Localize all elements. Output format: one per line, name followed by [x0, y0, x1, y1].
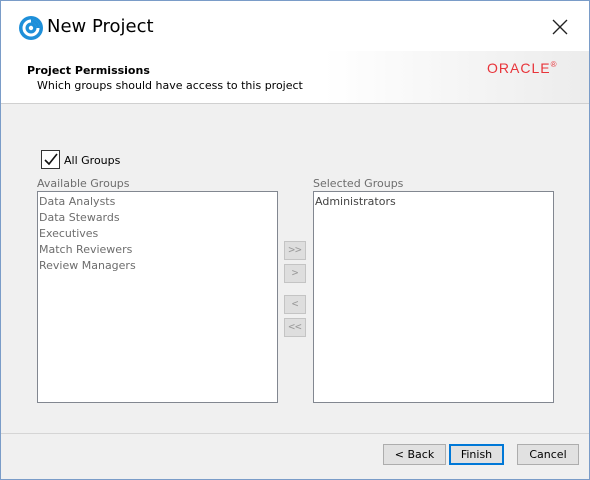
list-item[interactable]: Data Stewards	[38, 210, 277, 226]
remove-all-button[interactable]: <<	[284, 318, 306, 337]
remove-button[interactable]: <	[284, 295, 306, 314]
all-groups-checkbox[interactable]	[41, 150, 60, 169]
available-groups-label: Available Groups	[37, 177, 130, 190]
footer-divider	[1, 433, 589, 434]
cancel-button[interactable]: Cancel	[517, 444, 579, 465]
selected-groups-label: Selected Groups	[313, 177, 404, 190]
list-item[interactable]: Administrators	[314, 194, 553, 210]
add-all-button[interactable]: >>	[284, 241, 306, 260]
back-button[interactable]: < Back	[383, 444, 446, 465]
oracle-logo: ORACLE®	[487, 60, 558, 76]
new-project-dialog: New Project Project Permissions Which gr…	[0, 0, 590, 480]
available-groups-list[interactable]: Data Analysts Data Stewards Executives Matc…	[37, 191, 278, 403]
close-icon[interactable]	[542, 9, 578, 45]
page-title: Project Permissions	[27, 64, 150, 77]
selected-groups-list[interactable]: Administrators	[313, 191, 554, 403]
list-item[interactable]: Review Managers	[38, 258, 277, 274]
window-title: New Project	[47, 16, 154, 37]
title-bar: New Project	[1, 1, 589, 51]
add-button[interactable]: >	[284, 264, 306, 283]
wizard-header: Project Permissions Which groups should …	[1, 51, 589, 104]
list-item[interactable]: Executives	[38, 226, 277, 242]
list-item[interactable]: Match Reviewers	[38, 242, 277, 258]
list-item[interactable]: Data Analysts	[38, 194, 277, 210]
app-icon	[19, 16, 43, 40]
page-subtitle: Which groups should have access to this …	[37, 79, 303, 92]
checkmark-icon	[44, 153, 58, 166]
all-groups-label: All Groups	[64, 154, 121, 167]
finish-button[interactable]: Finish	[449, 444, 504, 465]
